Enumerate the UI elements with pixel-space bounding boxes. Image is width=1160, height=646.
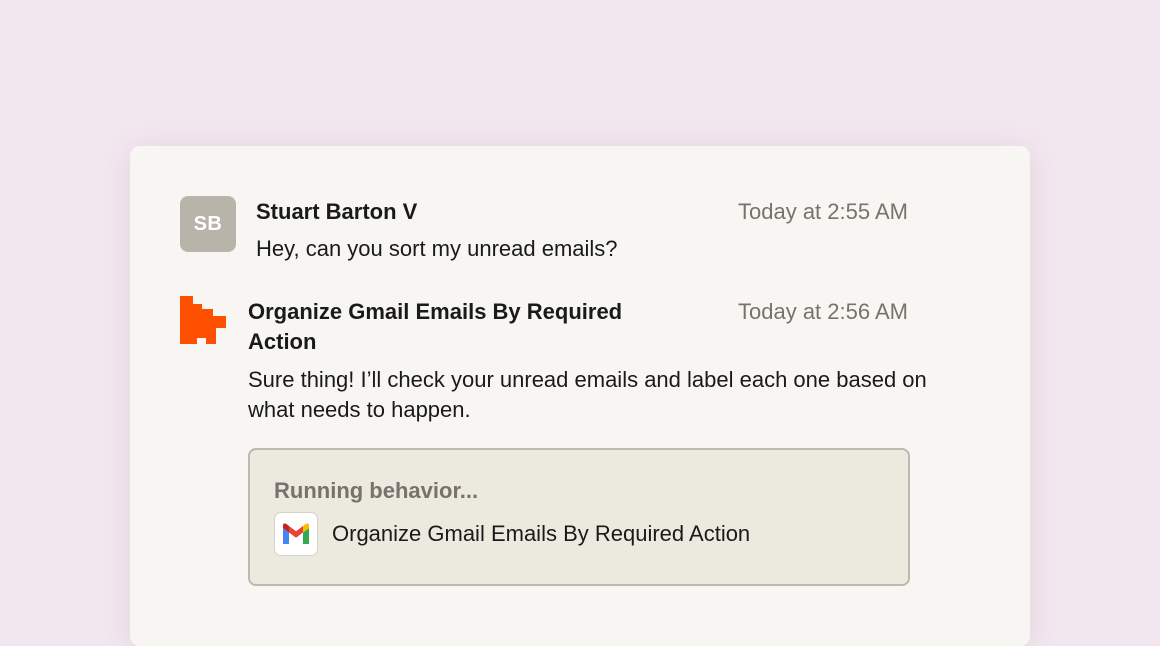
message-timestamp: Today at 2:56 AM [738, 299, 908, 324]
avatar: SB [180, 196, 236, 252]
zapier-logo-icon [180, 296, 226, 344]
avatar-initials: SB [193, 212, 223, 235]
message-timestamp: Today at 2:55 AM [738, 199, 908, 224]
gmail-icon [274, 512, 318, 556]
behavior-name: Organize Gmail Emails By Required Action [332, 521, 751, 546]
behavior-status: Running behavior... [274, 478, 479, 503]
behavior-item[interactable]: Organize Gmail Emails By Required Action [274, 512, 750, 556]
message-text: Sure thing! I’ll check your unread email… [248, 367, 927, 422]
sender-name: Organize Gmail Emails By Required Action [248, 299, 623, 354]
sender-name: Stuart Barton V [256, 199, 418, 224]
running-behavior-card[interactable]: Running behavior... Organize Gmail Email… [248, 448, 910, 586]
chat-card: SB Stuart Barton V Today at 2:55 AM Hey,… [130, 146, 1030, 646]
message-text: Hey, can you sort my unread emails? [256, 236, 618, 261]
